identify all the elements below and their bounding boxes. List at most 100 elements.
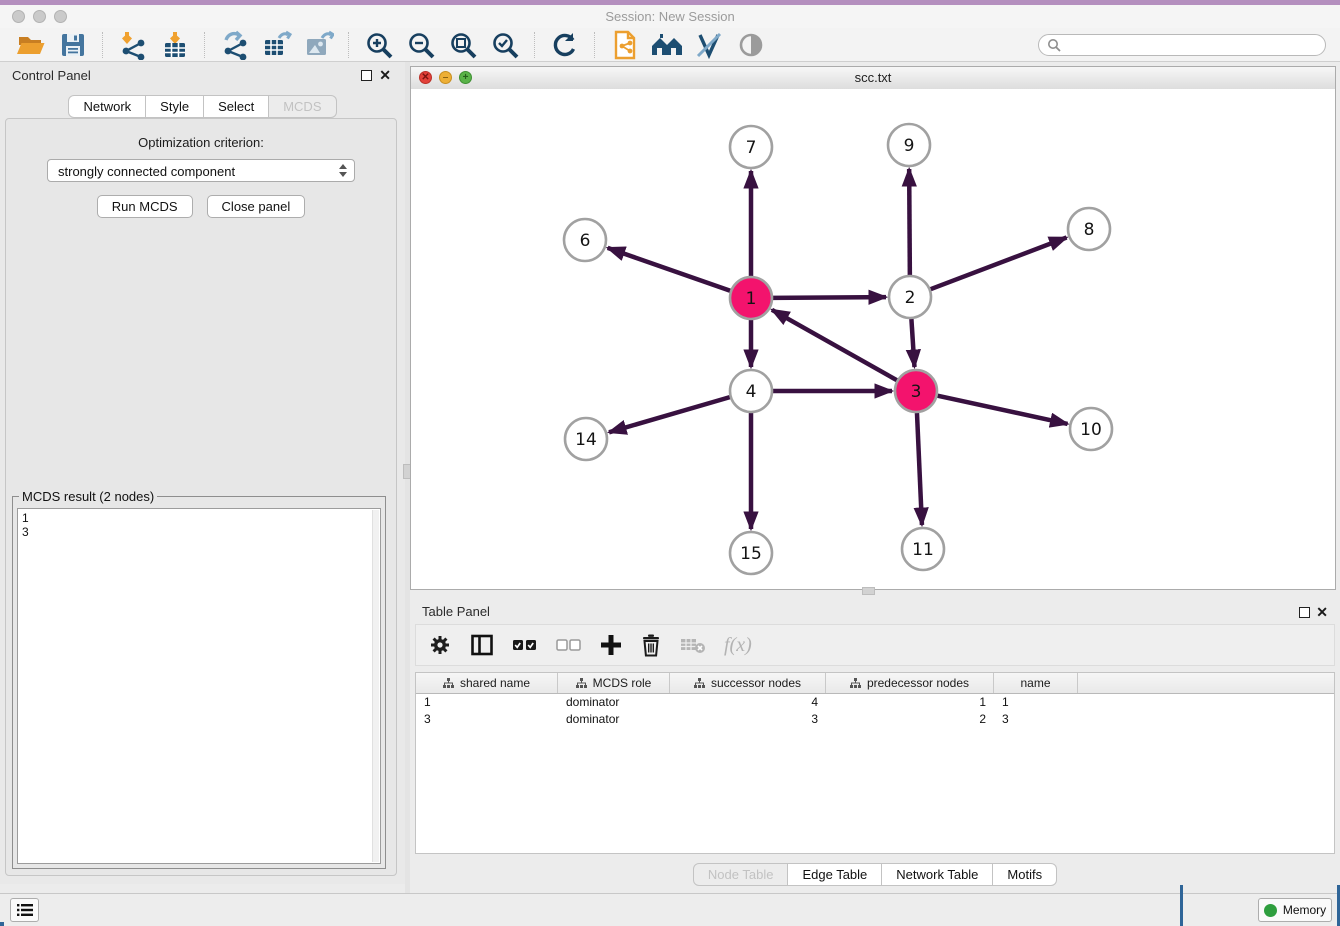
graph-edge-2-3[interactable] [911, 319, 914, 367]
graph-node-10[interactable]: 10 [1070, 408, 1112, 450]
export-table-icon[interactable] [260, 30, 294, 60]
tab-mcds[interactable]: MCDS [269, 95, 336, 118]
graph-node-14[interactable]: 14 [565, 418, 607, 460]
graph-node-label: 1 [746, 289, 757, 309]
horizontal-splitter[interactable] [410, 590, 1340, 598]
control-panel-header: Control Panel ✕ [0, 62, 405, 88]
add-column-icon[interactable] [600, 634, 622, 656]
application-window: Session: New Session [0, 0, 1340, 926]
zoom-out-icon[interactable] [404, 30, 438, 60]
graph-edge-2-9[interactable] [909, 169, 910, 275]
search-input[interactable] [1067, 37, 1317, 53]
graph-node-3[interactable]: 3 [895, 370, 937, 412]
trash-icon[interactable] [640, 633, 662, 657]
toolbar-separator [594, 32, 596, 58]
network-file-icon[interactable] [608, 30, 642, 60]
delete-table-icon [680, 635, 706, 655]
deselect-all-icon[interactable] [556, 637, 582, 653]
column-panel-icon[interactable] [470, 633, 494, 657]
houses-icon[interactable] [650, 30, 684, 60]
hierarchy-icon [850, 678, 861, 689]
tab-network[interactable]: Network [68, 95, 146, 118]
task-history-button[interactable] [10, 898, 39, 922]
network-window-title: scc.txt [411, 67, 1335, 89]
float-panel-icon[interactable] [361, 70, 372, 81]
import-table-icon[interactable] [158, 30, 192, 60]
graph-node-4[interactable]: 4 [730, 370, 772, 412]
graph-edge-3-11[interactable] [917, 413, 922, 525]
graph-edge-3-10[interactable] [937, 396, 1067, 424]
column-header-successor-nodes[interactable]: successor nodes [670, 673, 826, 693]
graph-node-2[interactable]: 2 [889, 276, 931, 318]
tab-style[interactable]: Style [146, 95, 204, 118]
graph-node-1[interactable]: 1 [730, 277, 772, 319]
graph-edge-1-6[interactable] [608, 248, 731, 291]
select-all-icon[interactable] [512, 637, 538, 653]
mcds-result-text[interactable]: 1 3 [17, 508, 381, 864]
mcds-panel: Optimization criterion: strongly connect… [5, 118, 397, 876]
search-field[interactable] [1038, 34, 1326, 56]
network-canvas[interactable]: 1 2 3 4 6 7 8 9 10 11 14 15 [411, 89, 1335, 589]
table-panel: Table Panel ✕ [410, 598, 1340, 894]
export-network-icon[interactable] [218, 30, 252, 60]
graph-node-label: 11 [912, 540, 934, 560]
toolbar-separator [102, 32, 104, 58]
close-panel-button[interactable]: Close panel [207, 195, 306, 218]
graph-edge-4-14[interactable] [609, 397, 730, 432]
eye-icon[interactable] [734, 30, 768, 60]
refresh-icon[interactable] [548, 30, 582, 60]
close-panel-icon[interactable]: ✕ [379, 66, 391, 84]
column-header-predecessor-nodes[interactable]: predecessor nodes [826, 673, 994, 693]
graph-node-label: 10 [1080, 420, 1102, 440]
run-mcds-button[interactable]: Run MCDS [97, 195, 193, 218]
graph-node-label: 6 [580, 231, 591, 251]
search-icon [1047, 38, 1061, 52]
graph-edge-1-2[interactable] [773, 297, 886, 298]
save-icon[interactable] [56, 30, 90, 60]
function-builder-icon: f(x) [724, 634, 752, 657]
graph-node-7[interactable]: 7 [730, 126, 772, 168]
graphics-details-icon[interactable] [692, 30, 726, 60]
graph-node-label: 8 [1084, 220, 1095, 240]
result-scrollbar[interactable] [372, 510, 379, 862]
tab-network-table[interactable]: Network Table [882, 863, 993, 886]
table-toolbar: f(x) [415, 624, 1335, 666]
close-panel-icon[interactable]: ✕ [1316, 603, 1328, 621]
column-header-name[interactable]: name [994, 673, 1078, 693]
graph-node-15[interactable]: 15 [730, 532, 772, 574]
graph-node-11[interactable]: 11 [902, 528, 944, 570]
table-row[interactable]: 1 dominator 4 1 1 [416, 694, 1334, 711]
network-view-window: ✕ – + scc.txt 1234678910111415 [410, 66, 1336, 590]
tab-select[interactable]: Select [204, 95, 269, 118]
criterion-dropdown[interactable]: strongly connected component [47, 159, 355, 182]
tab-motifs[interactable]: Motifs [993, 863, 1057, 886]
zoom-selected-icon[interactable] [488, 30, 522, 60]
graph-node-9[interactable]: 9 [888, 124, 930, 166]
export-image-icon[interactable] [302, 30, 336, 60]
column-header-mcds-role[interactable]: MCDS role [558, 673, 670, 693]
splitter-handle[interactable] [862, 587, 875, 595]
graph-node-6[interactable]: 6 [564, 219, 606, 261]
graph-node-label: 15 [740, 544, 762, 564]
mcds-result-title: MCDS result (2 nodes) [19, 489, 157, 504]
import-network-icon[interactable] [116, 30, 150, 60]
tab-edge-table[interactable]: Edge Table [788, 863, 882, 886]
gear-icon[interactable] [428, 633, 452, 657]
tab-node-table[interactable]: Node Table [693, 863, 789, 886]
graph-edge-2-8[interactable] [931, 238, 1067, 290]
main-toolbar [0, 28, 1340, 62]
float-panel-icon[interactable] [1299, 607, 1310, 618]
graph-node-label: 2 [905, 288, 916, 308]
list-icon [17, 903, 33, 917]
optimization-label: Optimization criterion: [6, 135, 396, 150]
table-row[interactable]: 3 dominator 3 2 3 [416, 711, 1334, 728]
column-header-shared-name[interactable]: shared name [416, 673, 558, 693]
dropdown-stepper-icon [339, 164, 347, 177]
open-folder-icon[interactable] [14, 30, 48, 60]
desktop-sliver [1180, 885, 1183, 926]
graph-node-8[interactable]: 8 [1068, 208, 1110, 250]
graph-edge-3-1[interactable] [772, 310, 897, 380]
memory-button[interactable]: Memory [1258, 898, 1332, 922]
zoom-in-icon[interactable] [362, 30, 396, 60]
zoom-fit-icon[interactable] [446, 30, 480, 60]
